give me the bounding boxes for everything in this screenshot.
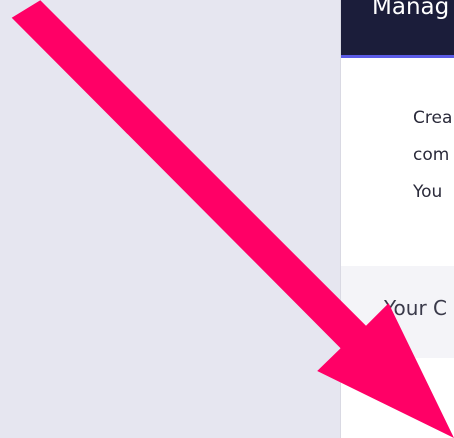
- intro-text: Crea com You: [413, 100, 452, 211]
- panel-title: Manag: [372, 0, 450, 20]
- manage-panel: Manag Crea com You Your C: [340, 0, 454, 438]
- intro-line-1: Crea: [413, 108, 453, 128]
- section-title: Your C: [384, 296, 448, 320]
- panel-header: Manag: [341, 0, 454, 58]
- section-header: Your C: [341, 266, 454, 358]
- intro-line-2: com: [413, 145, 450, 165]
- intro-line-3: You: [413, 182, 443, 202]
- viewport: Manag Crea com You Your C: [0, 0, 454, 438]
